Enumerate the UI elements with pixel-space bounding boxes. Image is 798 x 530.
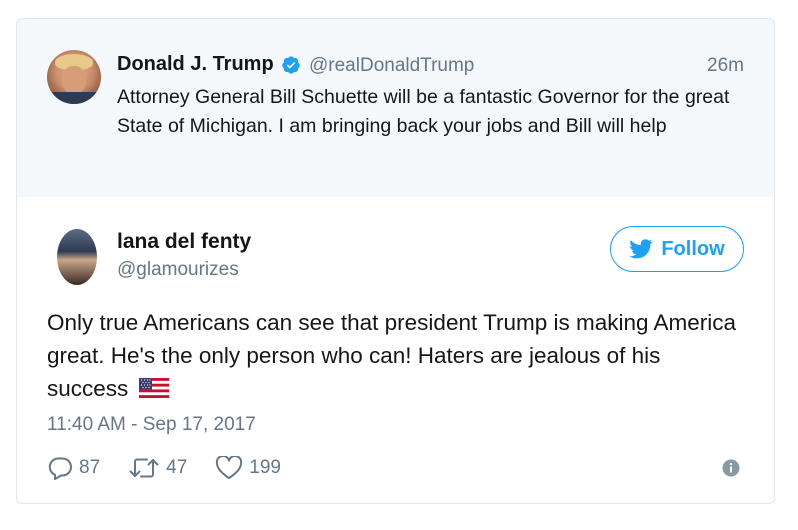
retweet-button[interactable]: 47 <box>128 456 187 480</box>
reply-button[interactable]: 87 <box>47 456 100 480</box>
tweet-card: Donald J. Trump @realDonaldTrump 26m Att… <box>16 18 775 504</box>
tweet-timestamp[interactable]: 11:40 AM - Sep 17, 2017 <box>47 414 256 436</box>
like-count: 199 <box>249 457 281 478</box>
verified-badge-icon <box>282 56 300 74</box>
quoted-author-name[interactable]: Donald J. Trump <box>117 53 274 76</box>
follow-button-label: Follow <box>661 237 725 260</box>
info-icon[interactable] <box>722 459 740 477</box>
quoted-author-handle[interactable]: @realDonaldTrump <box>309 55 474 77</box>
author-handle[interactable]: @glamourizes <box>117 259 239 281</box>
like-button[interactable]: 199 <box>215 456 281 480</box>
heart-icon <box>216 456 243 479</box>
us-flag-icon <box>138 378 169 398</box>
retweet-count: 47 <box>166 457 188 478</box>
avatar[interactable] <box>57 229 97 285</box>
avatar[interactable] <box>47 50 101 104</box>
follow-button[interactable]: Follow <box>610 226 744 272</box>
tweet-text: Only true Americans can see that preside… <box>47 306 747 405</box>
quoted-tweet-text: Attorney General Bill Schuette will be a… <box>117 86 730 137</box>
tweet-actions: 87 47 199 <box>47 455 309 481</box>
quoted-tweet[interactable]: Donald J. Trump @realDonaldTrump 26m Att… <box>17 19 774 197</box>
author-name[interactable]: lana del fenty <box>117 230 251 254</box>
reply-count: 87 <box>79 457 101 478</box>
retweet-icon <box>129 458 159 478</box>
twitter-bird-icon <box>629 239 653 259</box>
quoted-tweet-time[interactable]: 26m <box>707 55 744 77</box>
reply-icon <box>48 457 72 480</box>
